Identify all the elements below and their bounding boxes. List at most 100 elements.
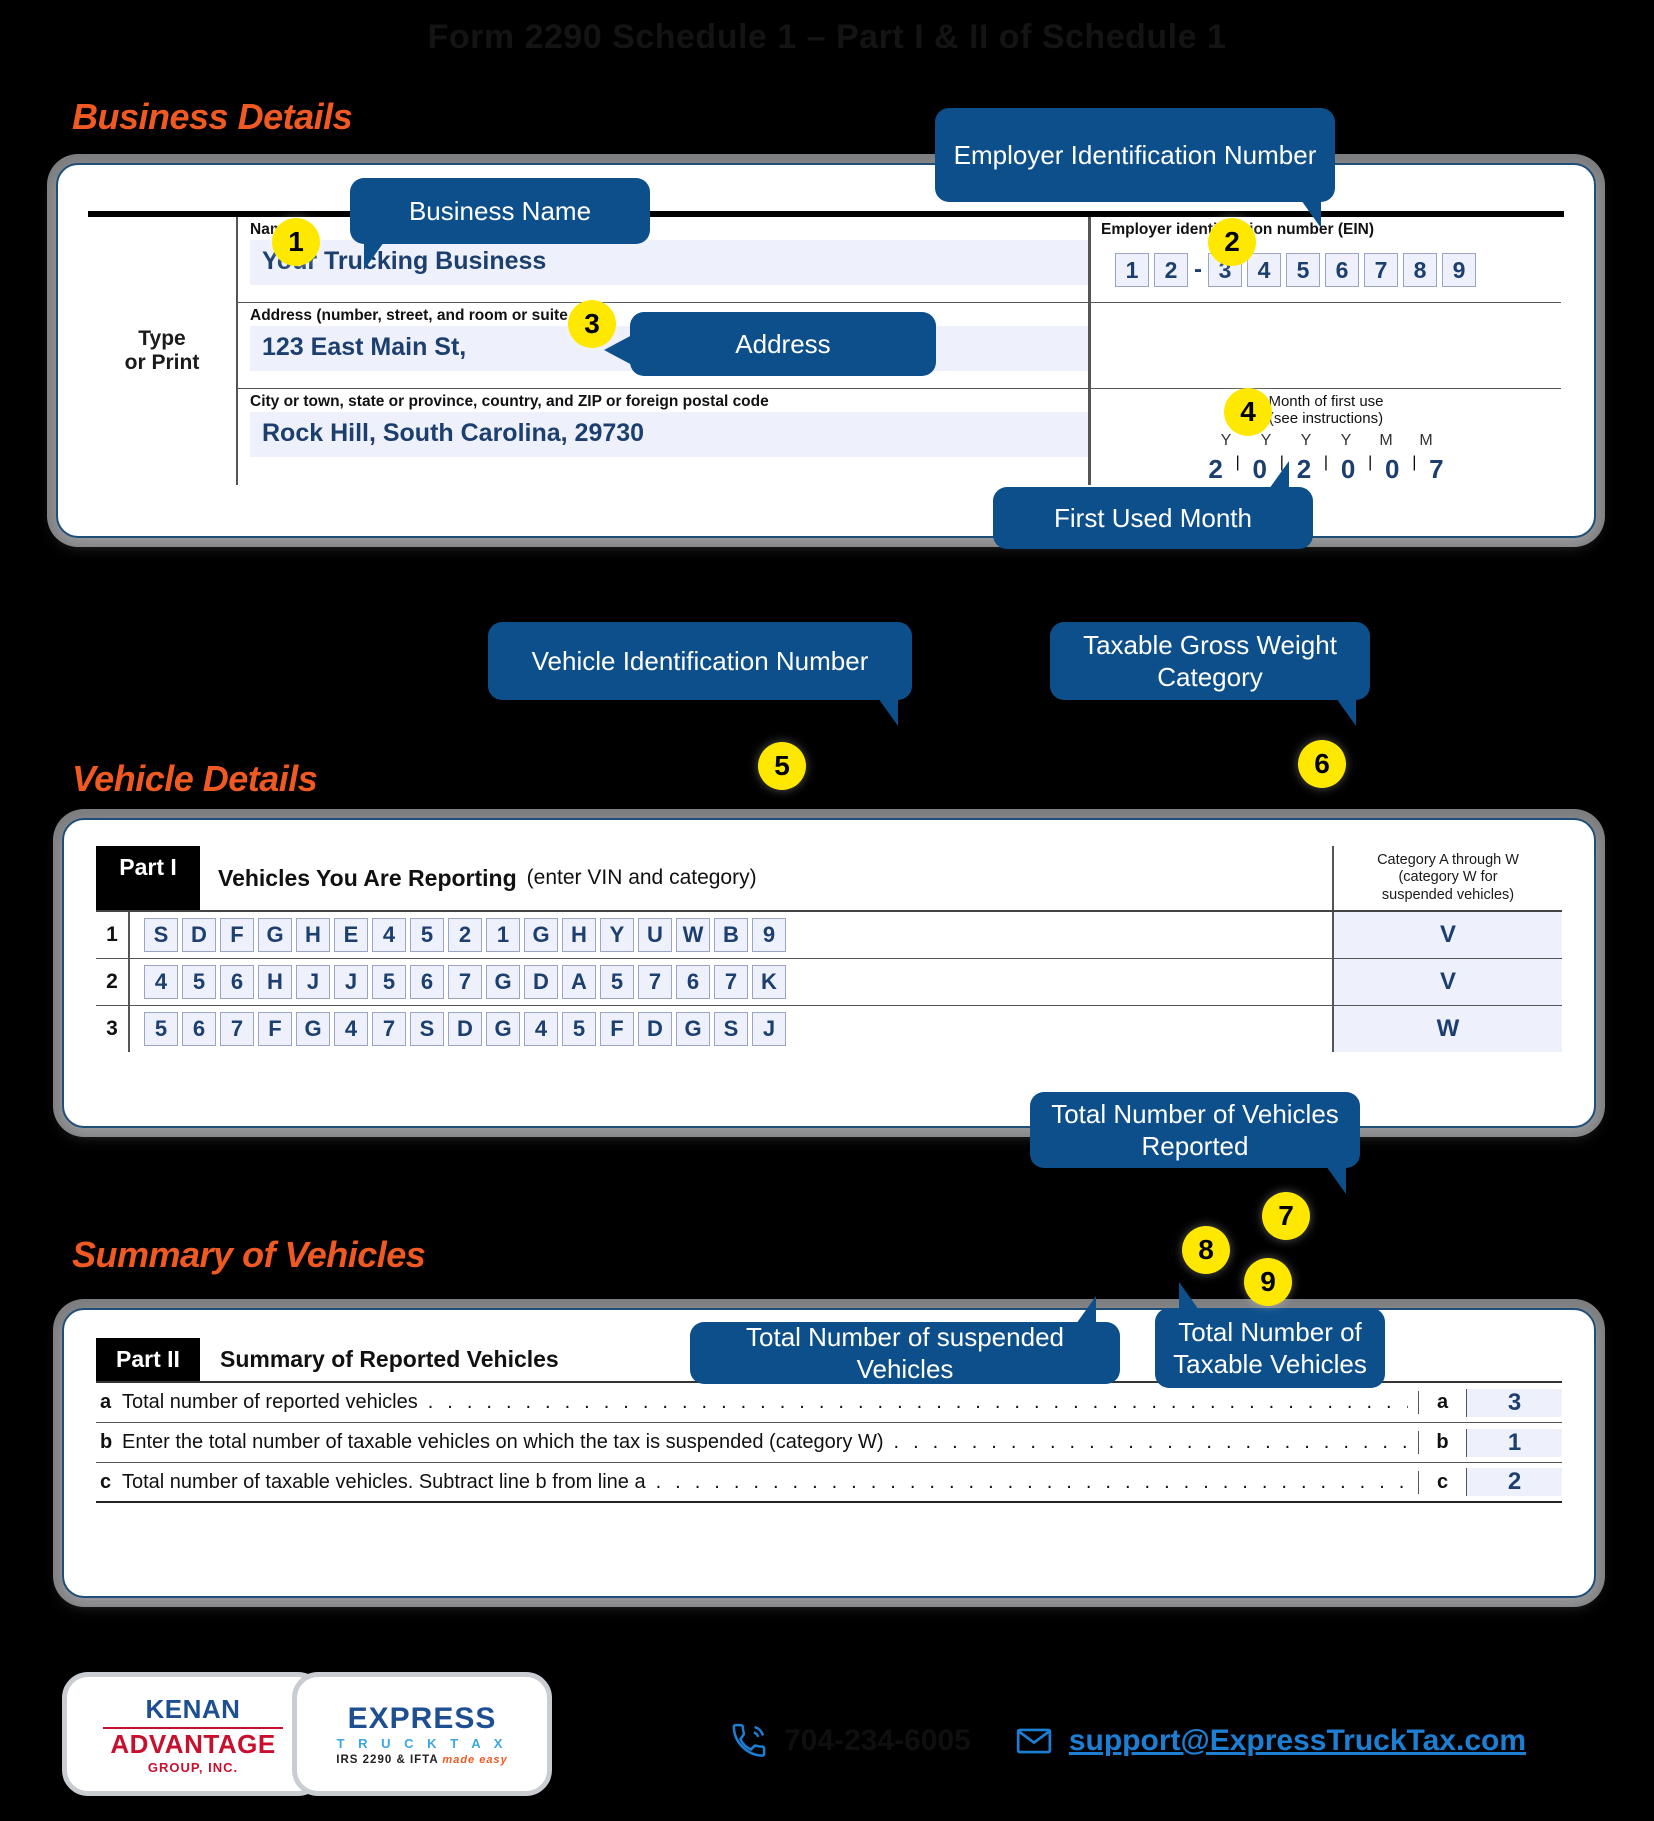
vin-char-2-16[interactable]: J <box>752 1012 786 1047</box>
vin-char-0-13[interactable]: U <box>638 918 672 953</box>
vin-char-0-5[interactable]: E <box>334 918 368 953</box>
vin-char-2-5[interactable]: 4 <box>334 1012 368 1047</box>
vin-char-1-15[interactable]: 7 <box>714 965 748 1000</box>
vin-char-1-0[interactable]: 4 <box>144 965 178 1000</box>
summary-line-value[interactable]: 2 <box>1466 1468 1562 1496</box>
vin-char-0-6[interactable]: 4 <box>372 918 406 953</box>
vin-char-2-6[interactable]: 7 <box>372 1012 406 1047</box>
summary-line-value[interactable]: 3 <box>1466 1388 1562 1417</box>
vin-char-0-12[interactable]: Y <box>600 918 634 953</box>
ein-spacer-cell <box>1089 303 1561 389</box>
vin-char-2-4[interactable]: G <box>296 1012 330 1047</box>
ein-digit-6[interactable]: 6 <box>1325 253 1359 287</box>
section-heading-vehicle-details: Vehicle Details <box>72 758 318 799</box>
vin-char-2-9[interactable]: G <box>486 1012 520 1047</box>
summary-lines-container: a Total number of reported vehicles......… <box>96 1383 1562 1503</box>
month-digit-4[interactable]: 0 <box>1372 454 1412 485</box>
kenan-logo-line2: ADVANTAGE <box>110 1728 276 1759</box>
vin-char-0-16[interactable]: 9 <box>752 918 786 953</box>
ein-digit-8[interactable]: 8 <box>1403 253 1437 287</box>
ein-digit-4[interactable]: 4 <box>1247 253 1281 287</box>
month-digit-5[interactable]: 7 <box>1416 454 1456 485</box>
vin-char-2-11[interactable]: 5 <box>562 1012 596 1047</box>
vin-char-2-0[interactable]: 5 <box>144 1012 178 1047</box>
vehicle-row[interactable]: 1SDFGHE4521GHYUWB9V <box>96 912 1562 960</box>
vin-char-0-9[interactable]: 1 <box>486 918 520 953</box>
vehicle-row[interactable]: 2456HJJ567GDA5767KV <box>96 959 1562 1007</box>
vehicle-category-value[interactable]: W <box>1332 1006 1562 1053</box>
ein-digit-boxes[interactable]: 12-3456789 <box>1101 253 1561 287</box>
ein-digit-7[interactable]: 7 <box>1364 253 1398 287</box>
ein-digit-9[interactable]: 9 <box>1442 253 1476 287</box>
vin-char-0-8[interactable]: 2 <box>448 918 482 953</box>
marker-8: 8 <box>1182 1226 1230 1274</box>
summary-line-value[interactable]: 1 <box>1466 1428 1562 1457</box>
vin-char-2-13[interactable]: D <box>638 1012 672 1047</box>
vin-char-1-9[interactable]: G <box>486 965 520 1000</box>
ein-digit-5[interactable]: 5 <box>1286 253 1320 287</box>
vin-char-2-14[interactable]: G <box>676 1012 710 1047</box>
month-of-first-use-cell[interactable]: Month of first use (see instructions) Y Y… <box>1089 389 1561 485</box>
vehicle-category-value[interactable]: V <box>1332 912 1562 959</box>
footer-phone[interactable]: 704-234-6005 <box>784 1724 971 1758</box>
vin-char-0-0[interactable]: S <box>144 918 178 953</box>
vin-character-boxes[interactable]: 567FG47SDG45FDGSJ <box>130 1006 1332 1052</box>
vin-char-2-12[interactable]: F <box>600 1012 634 1047</box>
vehicle-row-number: 2 <box>96 959 130 1006</box>
section-heading-summary: Summary of Vehicles <box>72 1234 426 1275</box>
month-header-5: M <box>1419 431 1433 449</box>
ein-digit-0[interactable]: 1 <box>1115 253 1149 287</box>
month-digit-row[interactable]: 2 | 0 | 2 | 0 | 0 | 7 <box>1099 454 1553 485</box>
vin-char-0-7[interactable]: 5 <box>410 918 444 953</box>
cat-head-line2: (category W for <box>1398 869 1498 886</box>
vin-char-2-3[interactable]: F <box>258 1012 292 1047</box>
vin-char-0-4[interactable]: H <box>296 918 330 953</box>
ein-label: Employer identification number (EIN) <box>1101 221 1374 238</box>
vin-char-0-3[interactable]: G <box>258 918 292 953</box>
vin-character-boxes[interactable]: SDFGHE4521GHYUWB9 <box>130 912 1332 958</box>
callout-bubble-total-reported: Total Number of Vehicles Reported <box>1030 1092 1360 1194</box>
vin-char-1-3[interactable]: H <box>258 965 292 1000</box>
vin-char-1-1[interactable]: 5 <box>182 965 216 1000</box>
vin-char-2-15[interactable]: S <box>714 1012 748 1047</box>
vin-char-1-8[interactable]: 7 <box>448 965 482 1000</box>
vin-char-2-8[interactable]: D <box>448 1012 482 1047</box>
summary-line-key: a <box>1418 1391 1466 1414</box>
month-digit-2[interactable]: 2 <box>1284 454 1324 485</box>
ein-digit-1[interactable]: 2 <box>1154 253 1188 287</box>
month-digit-3[interactable]: 0 <box>1328 454 1368 485</box>
vehicle-row[interactable]: 3567FG47SDG45FDGSJW <box>96 1006 1562 1053</box>
city-field-cell[interactable]: City or town, state or province, country… <box>238 389 1088 485</box>
vin-char-1-13[interactable]: 7 <box>638 965 672 1000</box>
vehicle-category-value[interactable]: V <box>1332 959 1562 1006</box>
vin-char-0-15[interactable]: B <box>714 918 748 953</box>
vin-char-1-5[interactable]: J <box>334 965 368 1000</box>
vin-char-1-12[interactable]: 5 <box>600 965 634 1000</box>
vin-char-1-7[interactable]: 6 <box>410 965 444 1000</box>
vin-char-0-10[interactable]: G <box>524 918 558 953</box>
vin-char-2-2[interactable]: 7 <box>220 1012 254 1047</box>
vin-char-1-14[interactable]: 6 <box>676 965 710 1000</box>
vin-char-1-16[interactable]: K <box>752 965 786 1000</box>
vin-char-1-10[interactable]: D <box>524 965 558 1000</box>
vin-char-0-14[interactable]: W <box>676 918 710 953</box>
vin-char-1-2[interactable]: 6 <box>220 965 254 1000</box>
ein-field-cell[interactable]: Employer identification number (EIN) 12-… <box>1089 217 1561 303</box>
month-digit-0[interactable]: 2 <box>1196 454 1236 485</box>
vin-char-1-6[interactable]: 5 <box>372 965 406 1000</box>
vin-char-0-11[interactable]: H <box>562 918 596 953</box>
slide-page: Form 2290 Schedule 1 – Part I & II of Sc… <box>0 0 1654 1821</box>
vin-char-2-1[interactable]: 6 <box>182 1012 216 1047</box>
vin-character-boxes[interactable]: 456HJJ567GDA5767K <box>130 959 1332 1005</box>
footer-contact: 704-234-6005 support@ExpressTruckTax.com <box>730 1722 1526 1760</box>
vin-char-0-2[interactable]: F <box>220 918 254 953</box>
vin-char-1-11[interactable]: A <box>562 965 596 1000</box>
footer-email[interactable]: support@ExpressTruckTax.com <box>1069 1724 1526 1758</box>
vin-char-2-10[interactable]: 4 <box>524 1012 558 1047</box>
ein-dash[interactable]: - <box>1194 256 1202 284</box>
month-header-4: M <box>1379 431 1393 449</box>
city-value[interactable]: Rock Hill, South Carolina, 29730 <box>250 412 1088 458</box>
vin-char-1-4[interactable]: J <box>296 965 330 1000</box>
vin-char-0-1[interactable]: D <box>182 918 216 953</box>
vin-char-2-7[interactable]: S <box>410 1012 444 1047</box>
